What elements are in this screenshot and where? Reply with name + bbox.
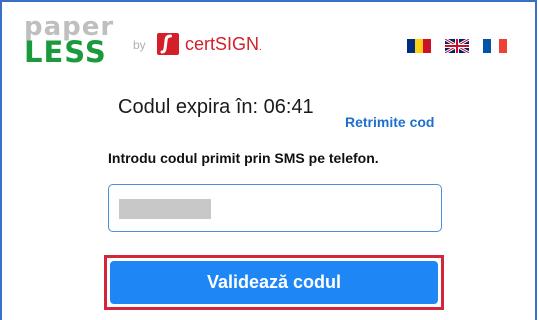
language-selector: [407, 39, 507, 53]
certsign-name-text: certSIGN: [185, 34, 260, 54]
sms-instruction: Introdu codul primit prin SMS pe telefon…: [108, 150, 379, 166]
logo-less-text: LESS: [24, 35, 107, 69]
validate-code-button[interactable]: Validează codul: [110, 261, 438, 304]
certsign-logo-icon: [157, 33, 179, 55]
flag-france-icon[interactable]: [483, 39, 507, 53]
resend-code-link[interactable]: Retrimite cod: [345, 114, 434, 130]
masked-code-value: [119, 199, 211, 219]
sms-code-input[interactable]: [108, 184, 442, 232]
flag-romania-icon[interactable]: [407, 39, 431, 53]
paperless-logo: paper LESS: [24, 14, 114, 67]
code-expiry-timer: Codul expira în: 06:41: [118, 96, 314, 118]
flag-uk-icon[interactable]: [445, 39, 469, 53]
by-label: by: [133, 38, 146, 52]
certsign-name: certSIGN.: [185, 34, 262, 55]
certsign-name-mark: .: [259, 42, 262, 53]
